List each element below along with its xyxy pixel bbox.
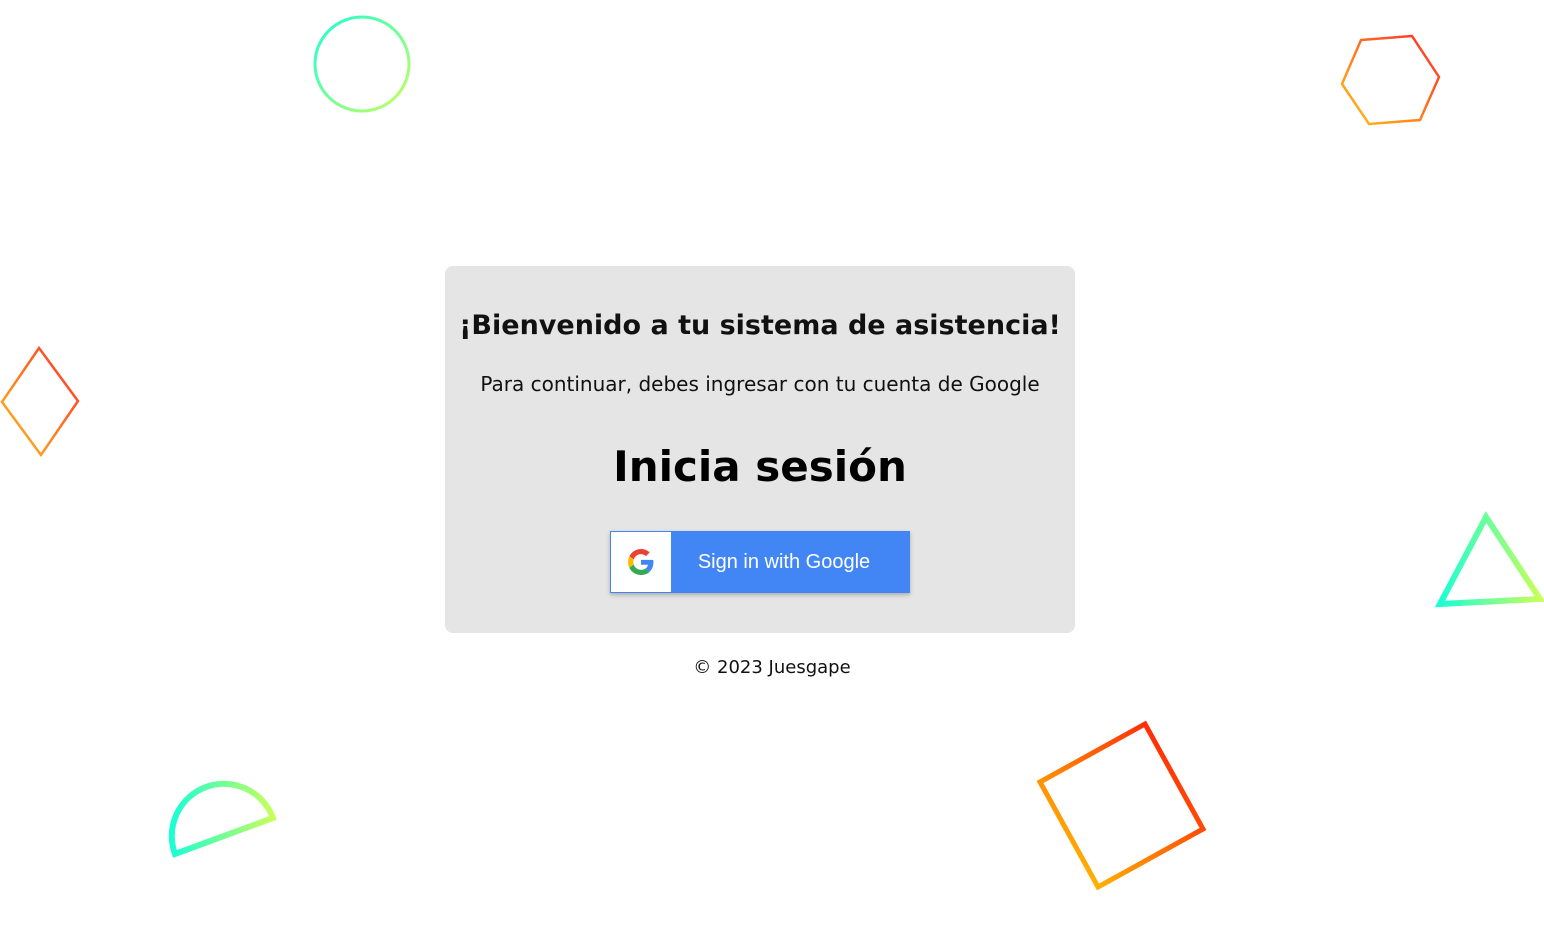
hexagon-shape: [1340, 34, 1441, 126]
triangle-shape: [1434, 511, 1544, 608]
semicircle-shape: [168, 780, 277, 858]
google-g-icon: [611, 532, 671, 592]
login-page: ¡Bienvenido a tu sistema de asistencia! …: [0, 0, 1544, 931]
diamond-shape: [0, 345, 80, 458]
login-instructions: Para continuar, debes ingresar con tu cu…: [480, 372, 1040, 396]
login-card: ¡Bienvenido a tu sistema de asistencia! …: [445, 266, 1075, 633]
welcome-heading: ¡Bienvenido a tu sistema de asistencia!: [459, 310, 1061, 341]
login-title: Inicia sesión: [613, 442, 907, 491]
google-sign-in-label: Sign in with Google: [697, 550, 871, 573]
google-sign-in-button[interactable]: Sign in with Google: [610, 531, 910, 593]
square-shape: [1036, 720, 1207, 891]
circle-shape: [313, 15, 411, 113]
footer-copyright: © 2023 Juesgape: [693, 657, 851, 678]
